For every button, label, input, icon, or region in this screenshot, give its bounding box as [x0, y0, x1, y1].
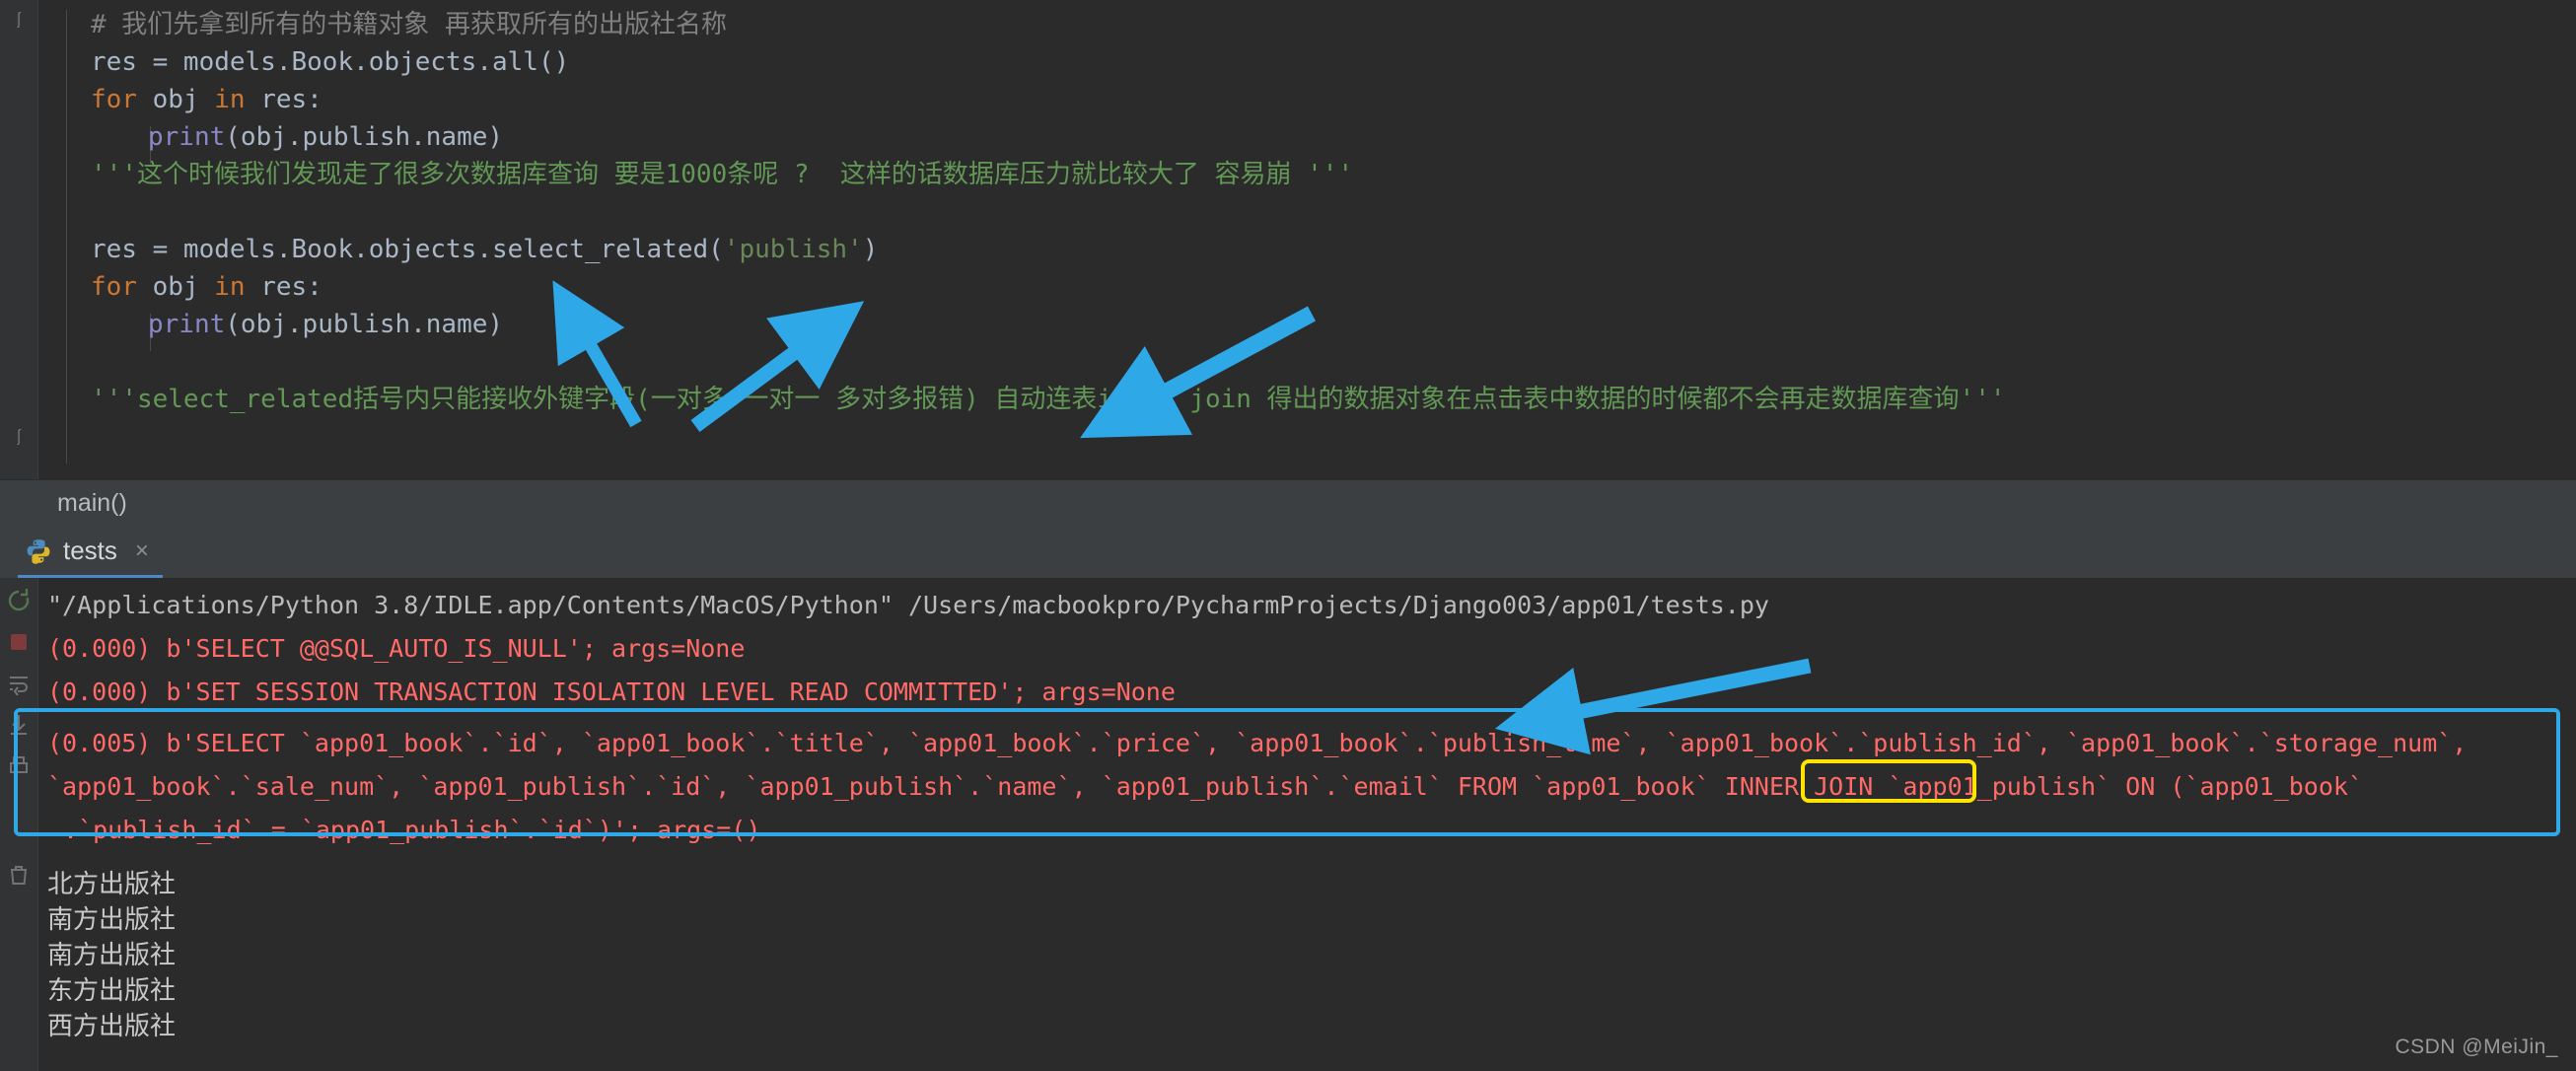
console-line: "/Applications/Python 3.8/IDLE.app/Conte…	[47, 591, 1769, 619]
code-line: for obj in res:	[91, 81, 322, 118]
code-token: print	[148, 122, 226, 152]
watermark: CSDN @MeiJin_	[2395, 1035, 2558, 1058]
code-token: obj	[136, 272, 215, 302]
console-sql-token: `app01_book`.`sale_num`, `app01_publish`…	[47, 772, 1725, 801]
code-line: '''这个时候我们发现走了很多次数据库查询 要是1000条呢 ? 这样的话数据库…	[91, 156, 1353, 193]
code-line: res = models.Book.objects.all()	[91, 43, 569, 81]
tab-tests[interactable]: tests ×	[18, 527, 163, 578]
console-toolbar[interactable]	[0, 578, 38, 1071]
code-line: for obj in res:	[91, 268, 322, 306]
code-editor-pane[interactable]: ⎰ ⎰ # 我们先拿到所有的书籍对象 再获取所有的出版社名称 res = mode…	[0, 0, 2576, 479]
print-icon[interactable]	[6, 753, 32, 779]
breadcrumb[interactable]: main()	[57, 480, 127, 527]
navigation-bar[interactable]: main()	[0, 479, 2576, 528]
code-fold-icon[interactable]: ⎰	[10, 429, 28, 447]
run-tool-tabbar[interactable]: tests ×	[0, 527, 2576, 578]
pycharm-window: ⎰ ⎰ # 我们先拿到所有的书籍对象 再获取所有的出版社名称 res = mode…	[0, 0, 2576, 1071]
code-token: for	[91, 272, 137, 302]
inner-join-keyword: INNER JOIN	[1724, 772, 1874, 801]
console-sql-line: `app01_book`.`sale_num`, `app01_publish`…	[47, 769, 2363, 805]
code-token: 'publish'	[723, 235, 863, 264]
code-token: in	[214, 272, 246, 302]
console-sql-line: (0.005) b'SELECT `app01_book`.`id`, `app…	[47, 729, 2468, 757]
console-output-line: 西方出版社	[47, 1011, 177, 1040]
code-token: obj	[136, 85, 215, 114]
code-token: for	[91, 85, 137, 114]
editor-gutter[interactable]: ⎰ ⎰	[0, 0, 38, 479]
code-line: print(obj.publish.name)	[148, 118, 503, 156]
console-output-line: 南方出版社	[47, 940, 177, 969]
code-token: (obj.publish.name)	[225, 122, 504, 152]
code-line: '''select_related括号内只能接收外键字段(一对多 一对一 多对多…	[91, 381, 2006, 418]
rerun-icon[interactable]	[6, 588, 32, 613]
indent-guide	[66, 10, 67, 464]
code-token: res:	[245, 272, 322, 302]
console-line: (0.000) b'SELECT @@SQL_AUTO_IS_NULL'; ar…	[47, 634, 746, 663]
code-line: # 我们先拿到所有的书籍对象 再获取所有的出版社名称	[91, 6, 727, 43]
code-token: res:	[245, 85, 322, 114]
console-output-line: 东方出版社	[47, 975, 177, 1005]
code-token: '''select_related括号内只能接收外键字段(一对多 一对一 多对多…	[91, 385, 2006, 414]
code-line: print(obj.publish.name)	[148, 306, 503, 343]
code-token: print	[148, 310, 226, 339]
code-token: res = models.Book.objects.select_related…	[91, 235, 724, 264]
console-line: (0.000) b'SET SESSION TRANSACTION ISOLAT…	[47, 678, 1176, 706]
stop-icon[interactable]	[6, 629, 32, 655]
code-token: in	[214, 85, 246, 114]
soft-wrap-icon[interactable]	[6, 671, 32, 696]
python-icon	[26, 538, 51, 564]
console-sql-token: `app01_publish` ON (`app01_book`	[1873, 772, 2364, 801]
close-icon[interactable]: ×	[135, 537, 149, 565]
code-token: (obj.publish.name)	[225, 310, 504, 339]
tab-label: tests	[63, 536, 117, 565]
trash-icon[interactable]	[6, 862, 32, 888]
scroll-to-end-icon[interactable]	[6, 712, 32, 738]
code-token: '''这个时候我们发现走了很多次数据库查询 要是1000条呢 ? 这样的话数据库…	[91, 160, 1354, 189]
console-sql-line: .`publish_id` = `app01_publish`.`id`)'; …	[63, 816, 761, 844]
console-output-line: 南方出版社	[47, 904, 177, 934]
code-fold-icon[interactable]: ⎰	[10, 12, 28, 30]
code-token: )	[862, 235, 879, 264]
code-token: # 我们先拿到所有的书籍对象 再获取所有的出版社名称	[91, 10, 727, 39]
run-console[interactable]: "/Applications/Python 3.8/IDLE.app/Conte…	[0, 578, 2576, 1071]
code-token: res = models.Book.objects.all()	[91, 47, 570, 77]
console-output-line: 北方出版社	[47, 869, 177, 898]
code-line: res = models.Book.objects.select_related…	[91, 231, 878, 268]
